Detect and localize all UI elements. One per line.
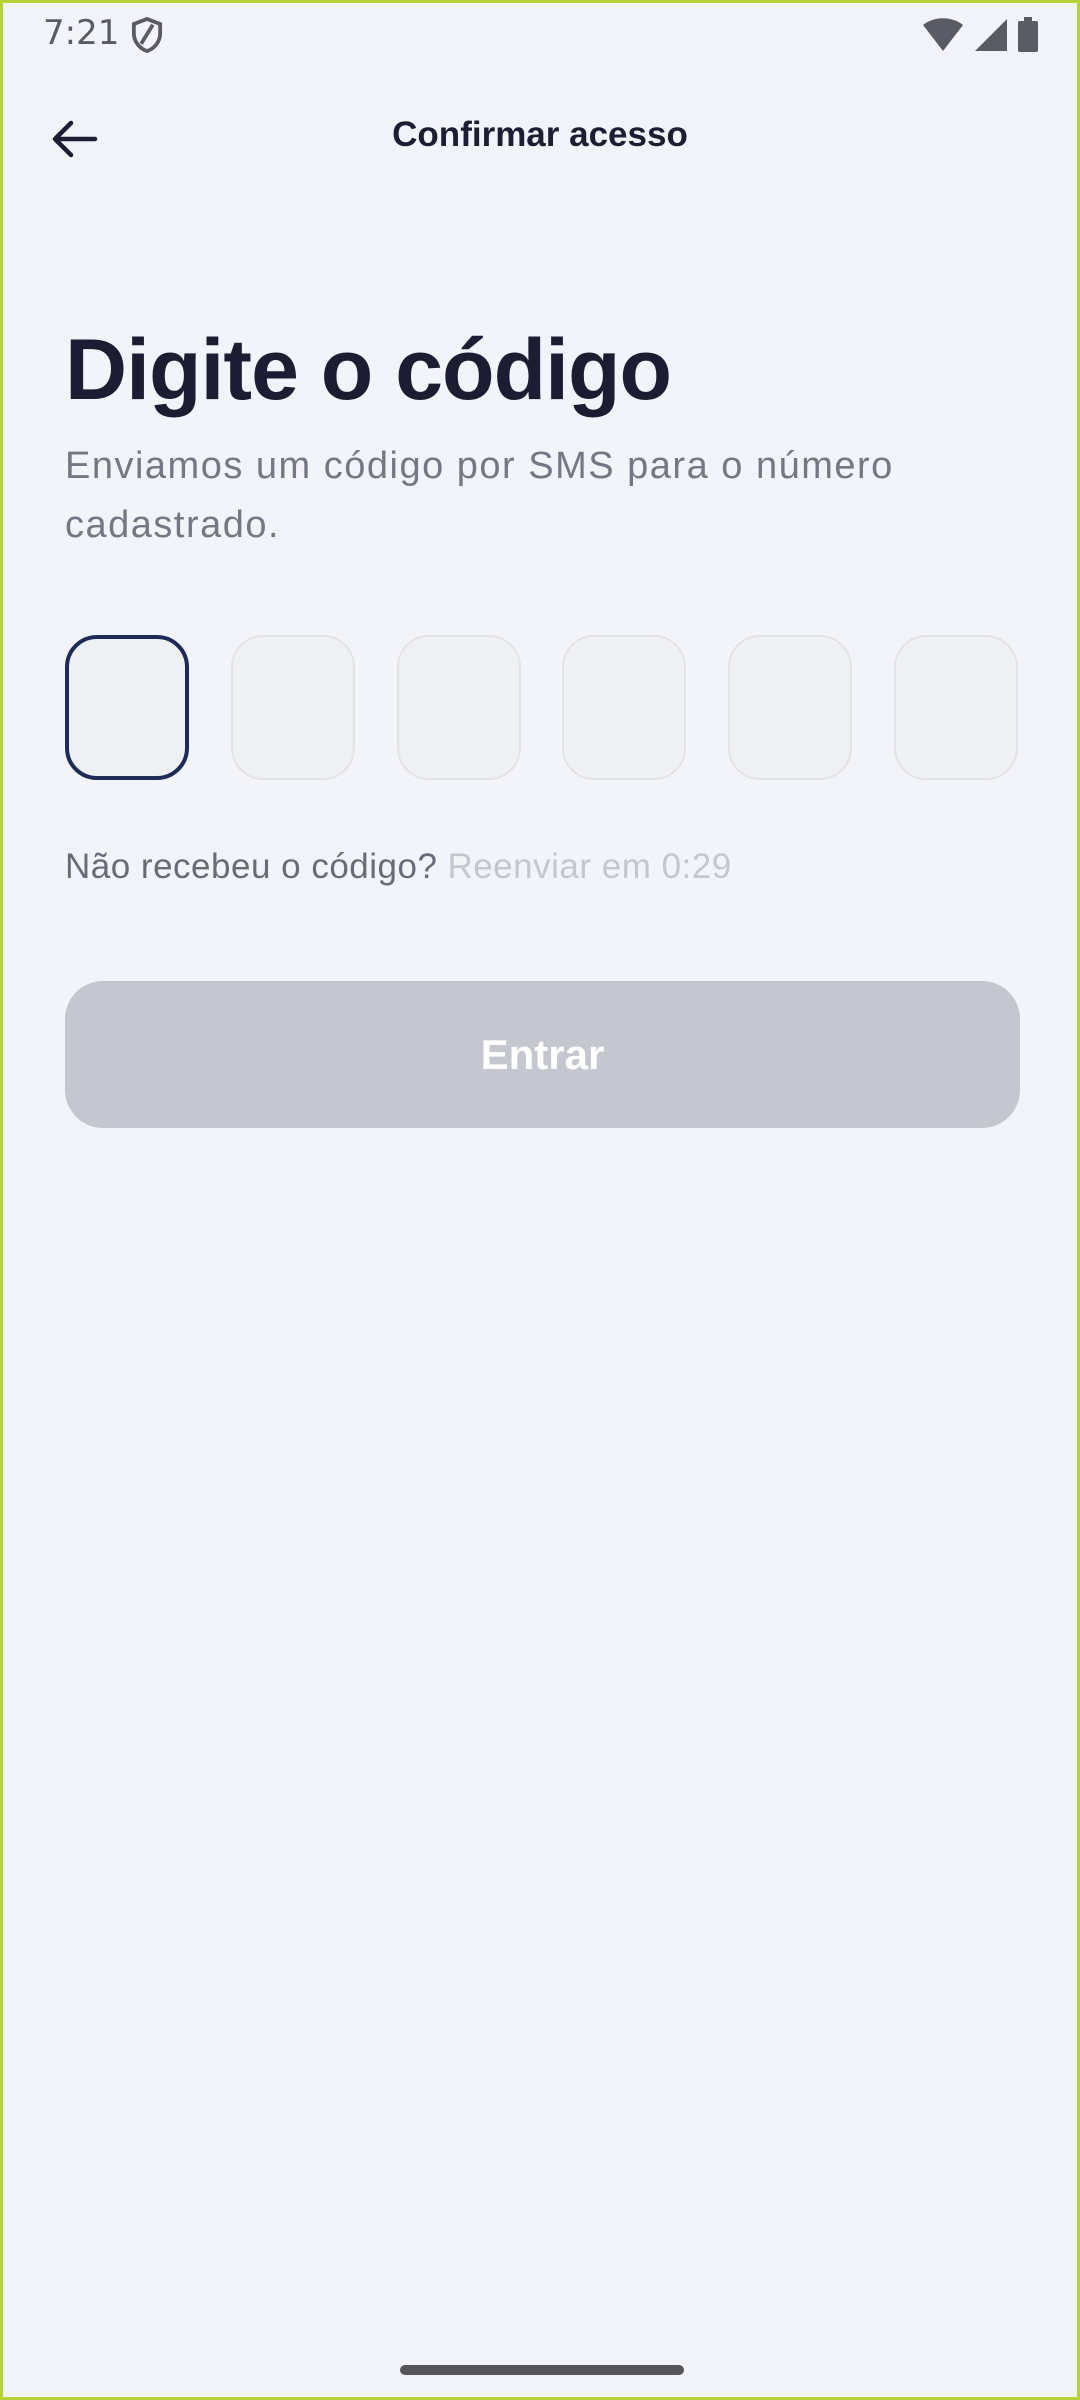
code-input-row bbox=[65, 635, 1020, 782]
home-indicator[interactable] bbox=[400, 2365, 684, 2375]
status-icons bbox=[923, 17, 1039, 53]
page-title: Digite o código bbox=[65, 322, 672, 418]
code-digit-2[interactable] bbox=[231, 635, 355, 780]
code-digit-4[interactable] bbox=[562, 635, 686, 780]
subtitle: Enviamos um código por SMS para o número… bbox=[65, 445, 894, 546]
resend-question: Não recebeu o código? bbox=[65, 847, 438, 886]
code-digit-3[interactable] bbox=[397, 635, 521, 780]
code-digit-1[interactable] bbox=[65, 635, 189, 780]
resend-row: Não recebeu o código? Reenviar em 0:29 bbox=[65, 847, 732, 887]
status-time: 7:21 bbox=[43, 13, 120, 53]
cellular-signal-icon bbox=[975, 19, 1007, 51]
shield-icon bbox=[131, 16, 163, 54]
status-bar: 7:21 bbox=[3, 3, 1077, 65]
enter-button[interactable]: Entrar bbox=[65, 981, 1020, 1128]
code-digit-5[interactable] bbox=[728, 635, 852, 780]
wifi-icon bbox=[923, 18, 963, 51]
code-digit-6[interactable] bbox=[894, 635, 1018, 780]
app-title: Confirmar acesso bbox=[392, 115, 688, 154]
app-bar: Confirmar acesso bbox=[3, 97, 1077, 179]
resend-timer: Reenviar em 0:29 bbox=[447, 847, 732, 886]
battery-icon bbox=[1018, 17, 1038, 52]
